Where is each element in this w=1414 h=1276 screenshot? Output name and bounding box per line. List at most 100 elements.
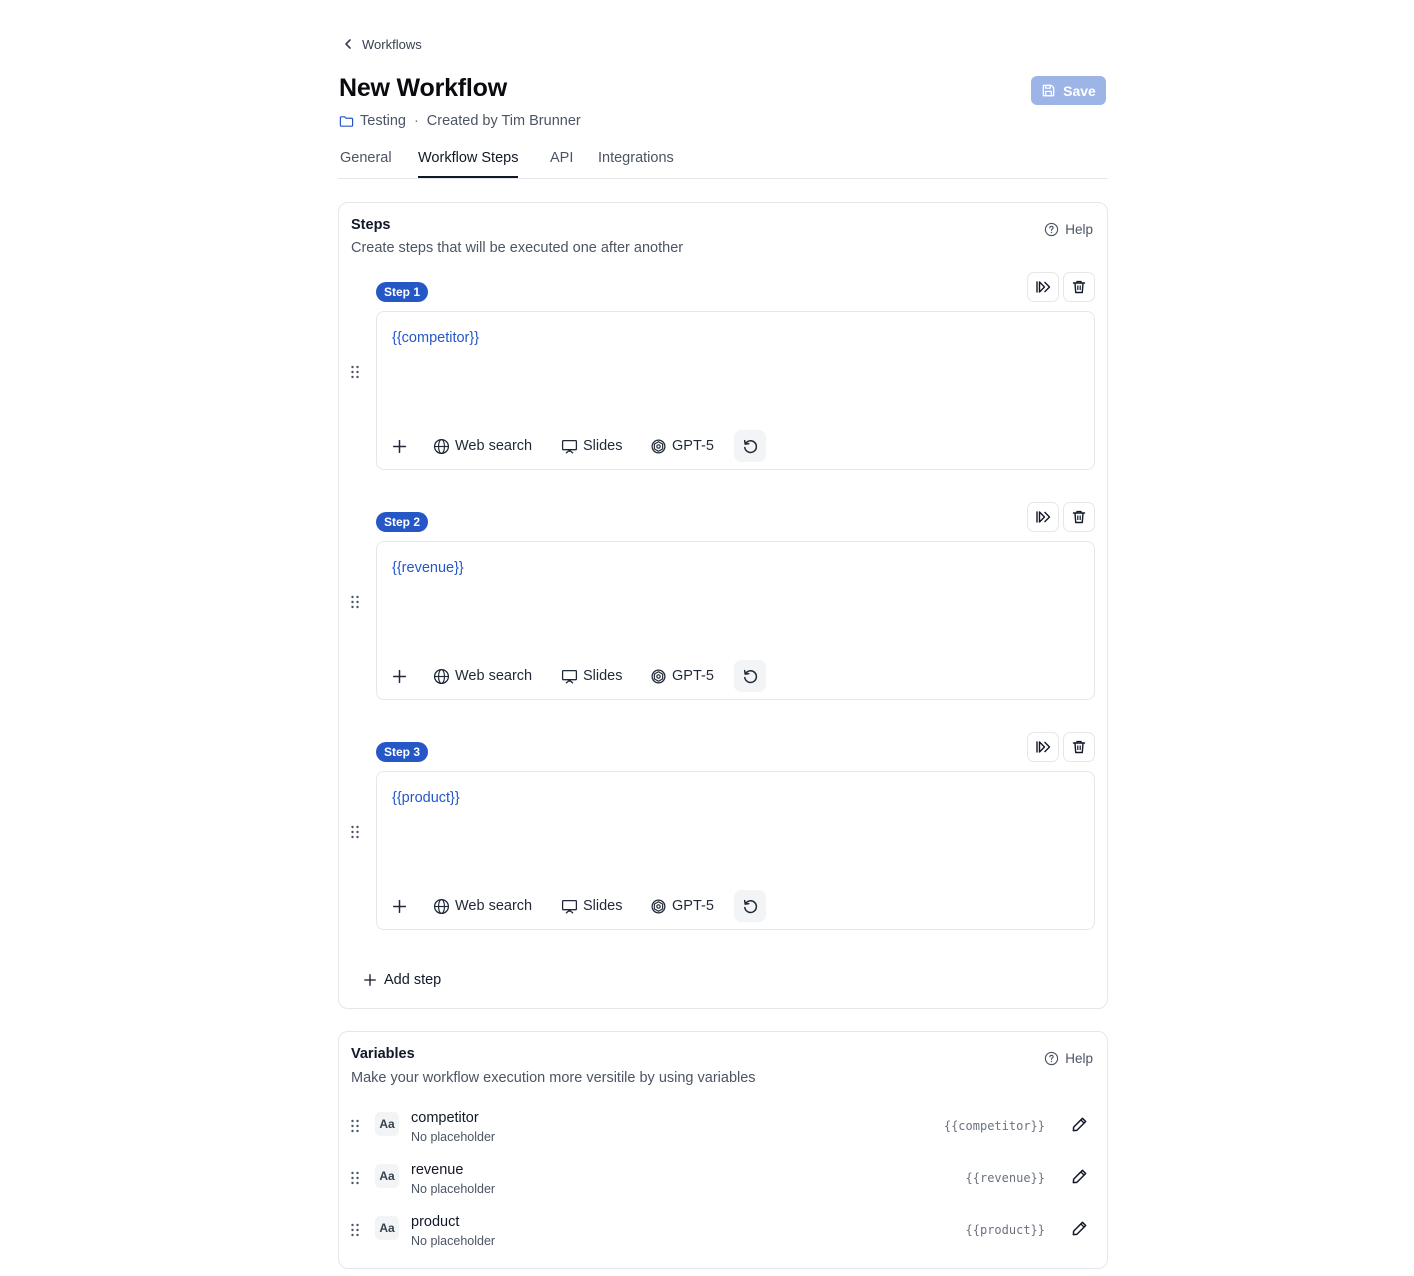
add-step-button[interactable]: Add step	[363, 970, 441, 990]
variable-placeholder: No placeholder	[411, 1182, 496, 1196]
step-1: Step 1 {{competitor}} Web search Slides …	[339, 272, 1109, 482]
slides-label: Slides	[583, 898, 623, 914]
slides-label: Slides	[583, 668, 623, 684]
slides-toggle[interactable]: Slides	[561, 664, 623, 688]
reset-step-button[interactable]	[734, 430, 766, 462]
model-selector[interactable]: GPT-5	[650, 894, 714, 918]
variable-token: {{product}}	[965, 1223, 1045, 1237]
edit-variable-button[interactable]	[1071, 1116, 1091, 1136]
delete-step-button[interactable]	[1063, 732, 1095, 762]
variable-row-product: Aa product No placeholder {{product}}	[339, 1214, 1109, 1254]
tab-api[interactable]: API	[550, 150, 573, 178]
created-by: Created by Tim Brunner	[426, 113, 581, 129]
reset-step-button[interactable]	[734, 890, 766, 922]
drag-handle-icon[interactable]	[350, 824, 360, 840]
openai-icon	[650, 898, 667, 915]
drag-handle-icon[interactable]	[350, 364, 360, 380]
step-badge: Step 2	[376, 512, 429, 532]
add-tool-button[interactable]	[391, 664, 408, 688]
openai-icon	[650, 668, 667, 685]
globe-icon	[433, 668, 450, 685]
help-label: Help	[1065, 221, 1093, 237]
edit-variable-button[interactable]	[1071, 1220, 1091, 1240]
trash-icon	[1071, 739, 1087, 755]
trash-icon	[1071, 509, 1087, 525]
trash-icon	[1071, 279, 1087, 295]
web-search-label: Web search	[455, 668, 533, 684]
model-label: GPT-5	[672, 668, 714, 684]
steps-help-button[interactable]: Help	[1044, 220, 1093, 238]
delete-step-button[interactable]	[1063, 272, 1095, 302]
web-search-label: Web search	[455, 438, 533, 454]
variables-subtitle: Make your workflow execution more versit…	[351, 1070, 756, 1086]
web-search-toggle[interactable]: Web search	[433, 894, 532, 918]
globe-icon	[433, 438, 450, 455]
run-from-step-button[interactable]	[1027, 272, 1059, 302]
back-label: Workflows	[362, 36, 422, 52]
help-circle-icon	[1044, 1051, 1059, 1066]
step-2: Step 2 {{revenue}} Web search Slides GPT…	[339, 502, 1109, 712]
tab-integrations[interactable]: Integrations	[598, 150, 674, 178]
model-label: GPT-5	[672, 438, 714, 454]
variable-placeholder: No placeholder	[411, 1130, 496, 1144]
drag-handle-icon[interactable]	[350, 1222, 360, 1238]
presentation-icon	[561, 668, 578, 685]
slides-toggle[interactable]: Slides	[561, 894, 623, 918]
add-tool-button[interactable]	[391, 894, 408, 918]
step-editor[interactable]: {{product}} Web search Slides GPT-5	[376, 771, 1095, 930]
variables-help-button[interactable]: Help	[1044, 1049, 1093, 1067]
help-circle-icon	[1044, 222, 1059, 237]
tab-workflow-steps[interactable]: Workflow Steps	[418, 150, 519, 178]
steps-card: Steps Create steps that will be executed…	[338, 202, 1108, 1009]
text-type-badge: Aa	[375, 1112, 399, 1136]
run-from-step-button[interactable]	[1027, 732, 1059, 762]
text-type-badge: Aa	[375, 1164, 399, 1188]
delete-step-button[interactable]	[1063, 502, 1095, 532]
rotate-ccw-icon	[742, 438, 759, 455]
variable-placeholder: No placeholder	[411, 1234, 496, 1248]
web-search-toggle[interactable]: Web search	[433, 664, 532, 688]
run-from-step-button[interactable]	[1027, 502, 1059, 532]
globe-icon	[433, 898, 450, 915]
drag-handle-icon[interactable]	[350, 1118, 360, 1134]
edit-variable-button[interactable]	[1071, 1168, 1091, 1188]
steps-subtitle: Create steps that will be executed one a…	[351, 240, 684, 256]
page-title: New Workflow	[339, 74, 507, 102]
back-to-workflows-link[interactable]: Workflows	[342, 35, 422, 53]
add-tool-button[interactable]	[391, 434, 408, 458]
step-editor[interactable]: {{revenue}} Web search Slides GPT-5	[376, 541, 1095, 700]
drag-handle-icon[interactable]	[350, 594, 360, 610]
plus-icon	[391, 438, 408, 455]
step-content[interactable]: {{competitor}}	[392, 330, 479, 346]
plus-icon	[391, 898, 408, 915]
fast-forward-icon	[1035, 739, 1051, 755]
step-3: Step 3 {{product}} Web search Slides GPT…	[339, 732, 1109, 942]
model-selector[interactable]: GPT-5	[650, 434, 714, 458]
chevron-left-icon	[342, 38, 354, 50]
openai-icon	[650, 438, 667, 455]
tab-general[interactable]: General	[340, 150, 392, 178]
plus-icon	[391, 668, 408, 685]
step-content[interactable]: {{revenue}}	[392, 560, 464, 576]
reset-step-button[interactable]	[734, 660, 766, 692]
step-editor[interactable]: {{competitor}} Web search Slides GPT-5	[376, 311, 1095, 470]
variables-title: Variables	[351, 1046, 415, 1062]
help-label: Help	[1065, 1050, 1093, 1066]
rotate-ccw-icon	[742, 668, 759, 685]
variable-row-competitor: Aa competitor No placeholder {{competito…	[339, 1110, 1109, 1150]
variable-name: product	[411, 1214, 460, 1230]
tab-bar: General Workflow Steps API Integrations	[338, 148, 1108, 179]
step-content[interactable]: {{product}}	[392, 790, 460, 806]
variable-name: revenue	[411, 1162, 464, 1178]
variable-token: {{competitor}}	[943, 1119, 1045, 1133]
web-search-toggle[interactable]: Web search	[433, 434, 532, 458]
web-search-label: Web search	[455, 898, 533, 914]
model-selector[interactable]: GPT-5	[650, 664, 714, 688]
folder-name[interactable]: Testing	[360, 113, 406, 129]
slides-toggle[interactable]: Slides	[561, 434, 623, 458]
fast-forward-icon	[1035, 279, 1051, 295]
save-button[interactable]: Save	[1031, 76, 1106, 105]
drag-handle-icon[interactable]	[350, 1170, 360, 1186]
step-badge: Step 3	[376, 742, 429, 762]
pencil-icon	[1071, 1220, 1091, 1237]
